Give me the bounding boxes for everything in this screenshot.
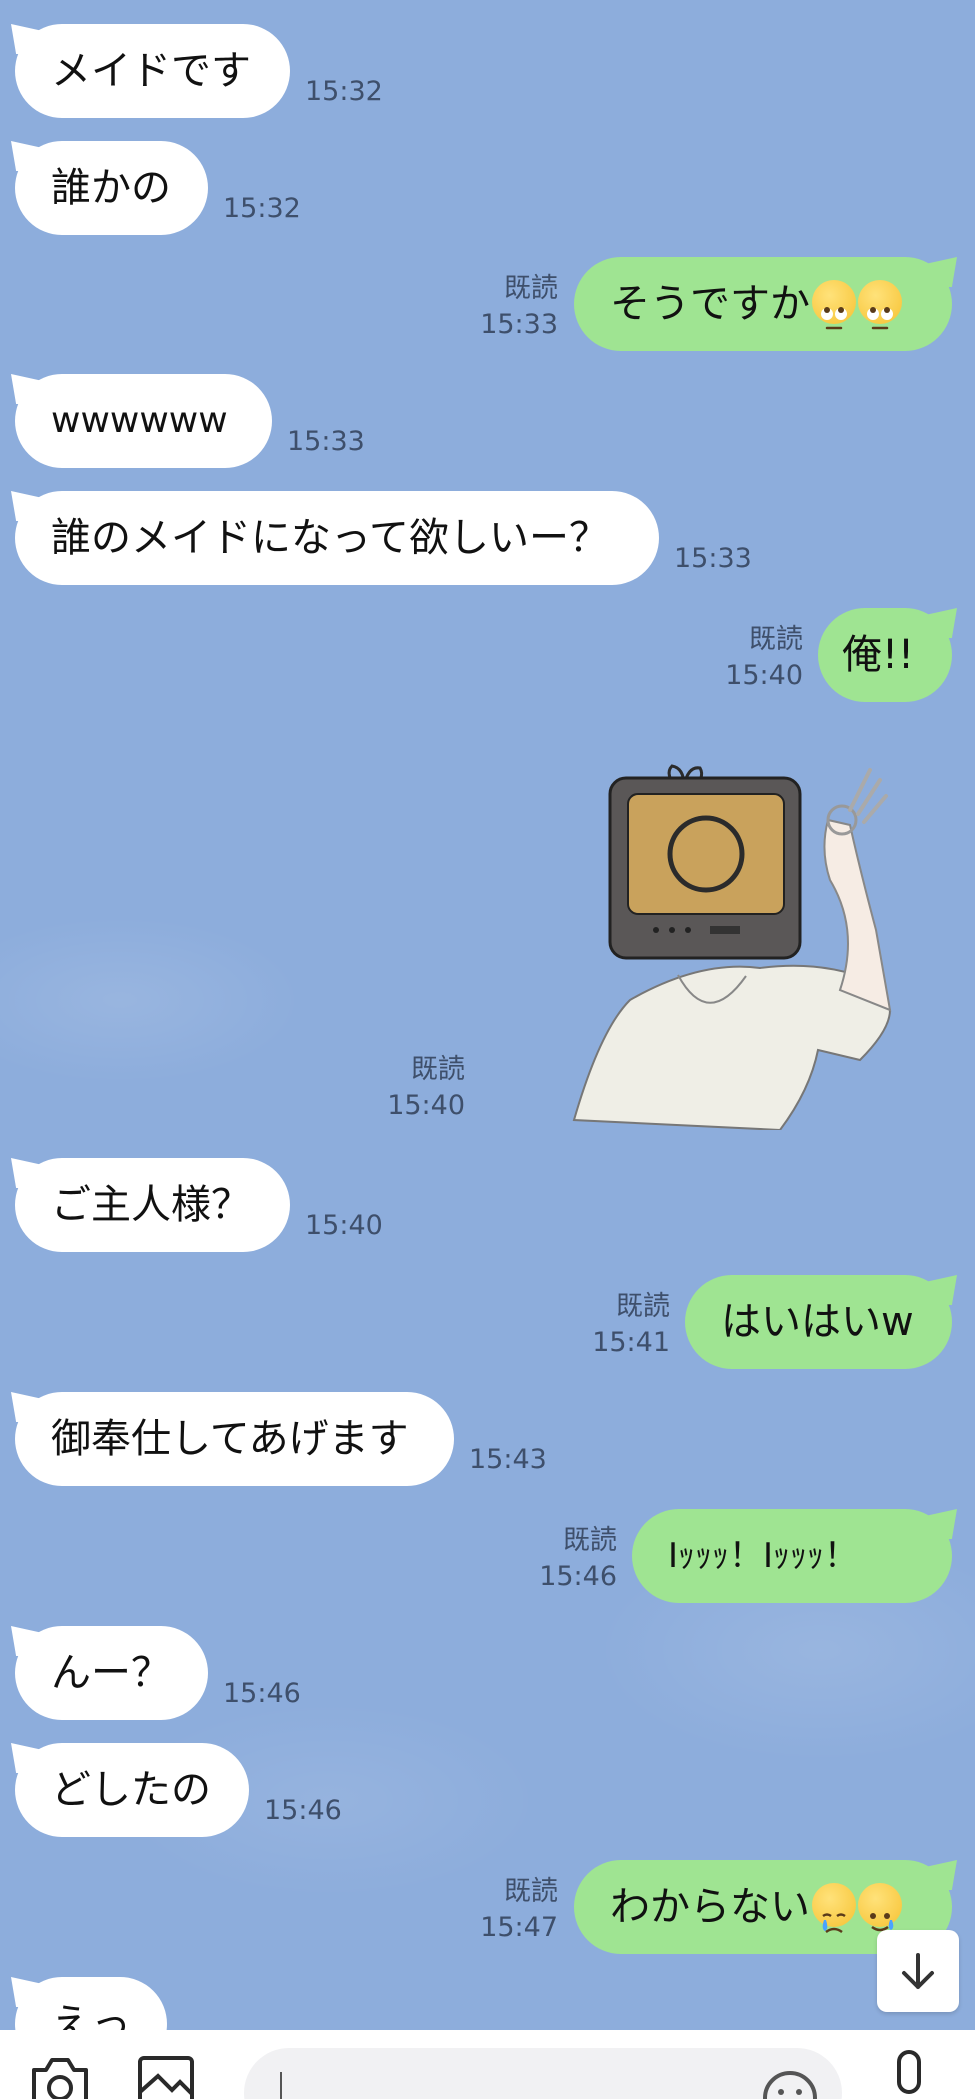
incoming-bubble[interactable]: 御奉仕してあげます <box>15 1392 454 1486</box>
message-input[interactable] <box>244 2048 842 2099</box>
message-time: 15:33 <box>674 543 752 574</box>
microphone-icon <box>897 2050 921 2094</box>
arrow-down-icon <box>902 1953 934 1989</box>
message-time: 15:32 <box>223 193 301 224</box>
read-receipt: 既読 <box>749 624 803 655</box>
microphone-button[interactable] <box>884 2048 934 2099</box>
message-time: 15:41 <box>592 1327 670 1358</box>
message-time: 15:32 <box>305 76 383 107</box>
read-receipt: 既読 <box>563 1525 617 1556</box>
camera-icon <box>32 2058 88 2099</box>
incoming-bubble[interactable]: 誰のメイドになって欲しいー？ <box>15 491 659 585</box>
chat-area[interactable]: メイドです 15:32 誰かの 15:32 既読 15:33 そうですか www… <box>0 0 975 2030</box>
message-input-bar <box>0 2030 975 2099</box>
message-text: んー？ <box>51 1650 171 1696</box>
face-with-rolling-eyes-icon <box>858 280 902 330</box>
message-meta: 既読 15:46 <box>539 1523 617 1595</box>
message-meta: 既読 15:40 <box>387 1052 465 1124</box>
smiling-face-with-tear-icon <box>858 1883 902 1932</box>
incoming-bubble[interactable]: メイドです <box>15 24 290 118</box>
message-time: 15:40 <box>725 660 803 691</box>
message-time: 15:47 <box>480 1912 558 1943</box>
message-text: えっ <box>51 2001 131 2030</box>
read-receipt: 既読 <box>504 273 558 304</box>
message-text: そうですか <box>610 281 810 327</box>
image-icon <box>138 2056 194 2099</box>
read-receipt: 既読 <box>504 1876 558 1907</box>
incoming-bubble[interactable]: ご主人様？ <box>15 1158 290 1252</box>
outgoing-bubble[interactable]: そうですか <box>574 257 952 351</box>
message-text: ご主人様？ <box>51 1182 251 1228</box>
incoming-bubble[interactable]: wwwwww <box>15 374 272 468</box>
incoming-bubble[interactable]: んー？ <box>15 1626 208 1720</box>
message-meta: 既読 15:40 <box>725 622 803 694</box>
scroll-to-bottom-button[interactable] <box>877 1930 959 2012</box>
message-time: 15:40 <box>387 1090 465 1121</box>
read-receipt: 既読 <box>411 1054 465 1085</box>
message-text: はいはいw <box>721 1299 914 1345</box>
message-text: 誰かの <box>51 165 171 211</box>
message-time: 15:33 <box>287 426 365 457</box>
message-text: 御奉仕してあげます <box>51 1416 409 1462</box>
message-text: メイドです <box>51 48 251 94</box>
tv-head-ok-hand-sticker[interactable] <box>560 730 940 1132</box>
message-time: 15:33 <box>480 309 558 340</box>
read-receipt: 既読 <box>616 1291 670 1322</box>
message-meta: 既読 15:41 <box>592 1289 670 1361</box>
message-text: Iｯｯｯ！Iｯｯｯ！ <box>668 1536 859 1576</box>
message-meta: 既読 15:47 <box>480 1874 558 1946</box>
crying-face-icon <box>812 1883 856 1934</box>
message-text: 俺!! <box>842 632 915 678</box>
message-meta: 既読 15:33 <box>480 271 558 343</box>
message-text: 誰のメイドになって欲しいー？ <box>51 515 609 561</box>
message-time: 15:40 <box>305 1210 383 1241</box>
message-time: 15:43 <box>469 1444 547 1475</box>
incoming-bubble[interactable]: どしたの <box>15 1743 249 1837</box>
camera-button[interactable] <box>28 2052 92 2099</box>
incoming-bubble[interactable]: 誰かの <box>15 141 208 235</box>
message-text: wwwwww <box>51 400 228 441</box>
face-with-rolling-eyes-icon <box>812 280 856 330</box>
incoming-bubble[interactable]: えっ <box>15 1977 167 2030</box>
outgoing-bubble[interactable]: はいはいw <box>685 1275 952 1369</box>
message-time: 15:46 <box>223 1678 301 1709</box>
message-text: わからない <box>610 1884 810 1930</box>
emoji-button[interactable] <box>760 2068 820 2099</box>
image-button[interactable] <box>134 2052 198 2099</box>
text-caret <box>280 2072 282 2099</box>
message-text: どしたの <box>51 1767 211 1813</box>
message-time: 15:46 <box>264 1795 342 1826</box>
emoji-icon <box>763 2071 817 2099</box>
outgoing-bubble[interactable]: 俺!! <box>818 608 952 702</box>
message-time: 15:46 <box>539 1561 617 1592</box>
outgoing-bubble[interactable]: Iｯｯｯ！Iｯｯｯ！ <box>632 1509 952 1603</box>
